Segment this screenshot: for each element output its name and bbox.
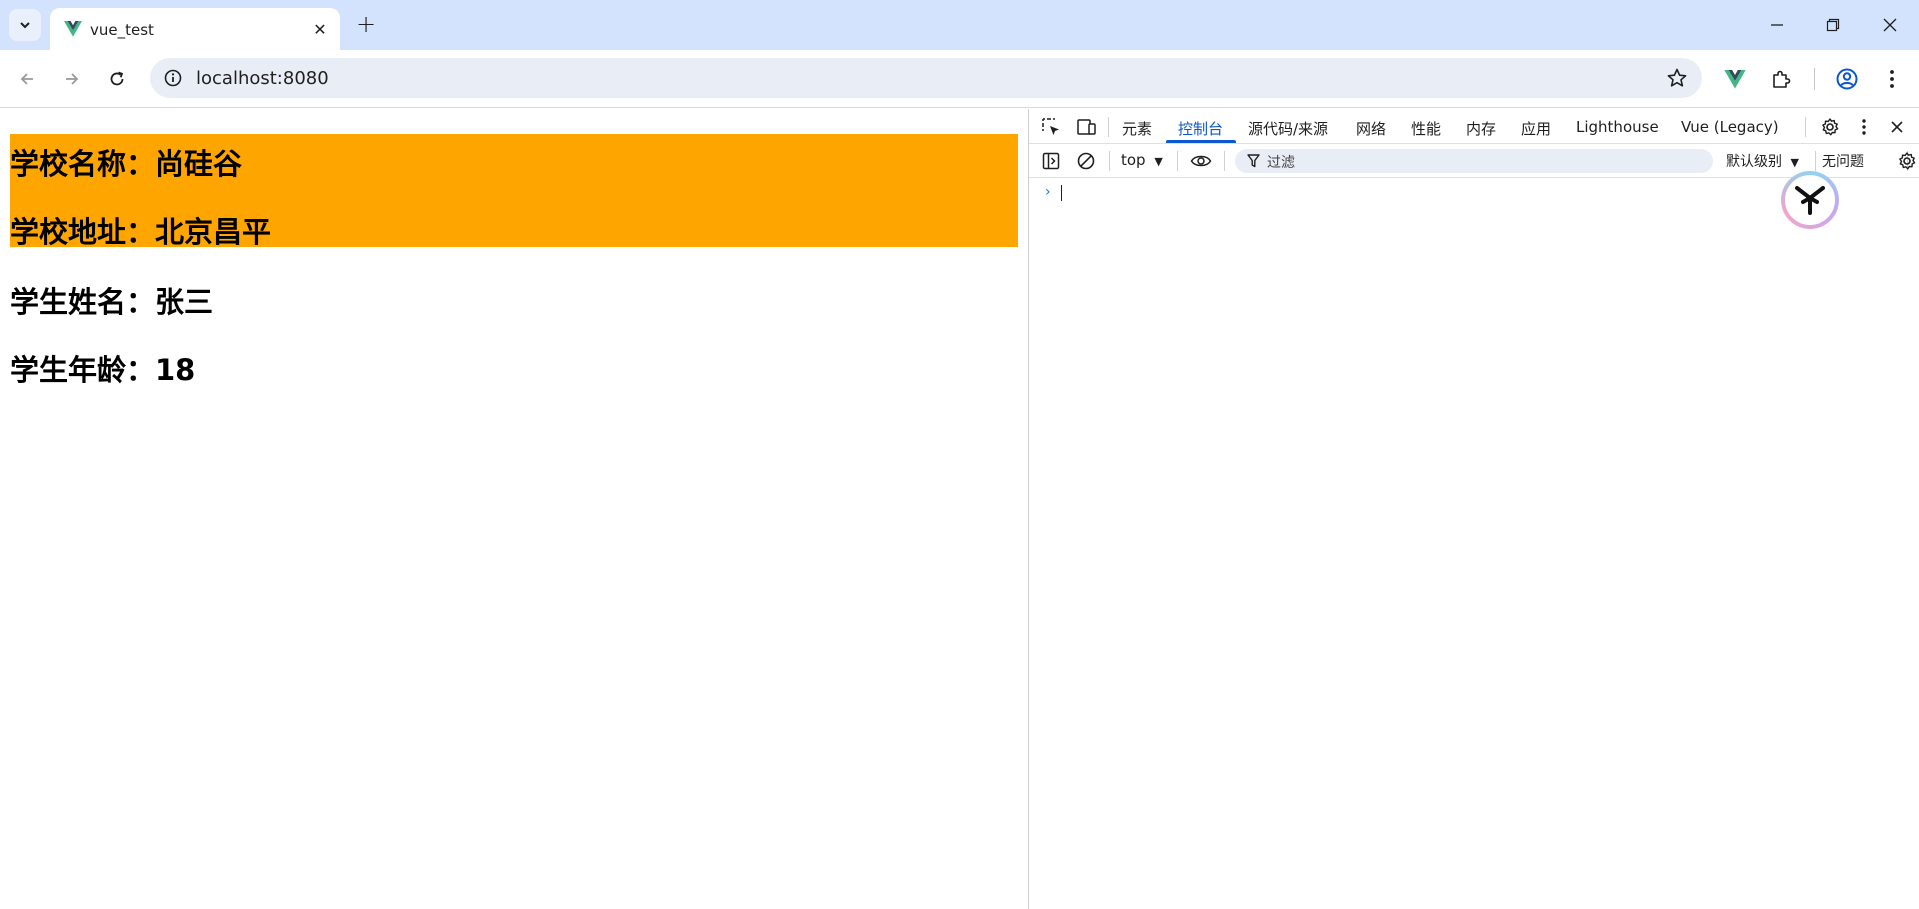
extensions-button[interactable]	[1768, 66, 1794, 92]
devtools-panel: 元素 控制台 源代码/来源 网络 性能 内存 应用 Lighthouse Vue…	[1028, 109, 1919, 909]
tab-divider	[1108, 117, 1109, 137]
log-levels-dropdown[interactable]: 默认级别 ▼	[1726, 151, 1799, 171]
vue-devtools-extension-button[interactable]	[1722, 66, 1748, 92]
tab-elements[interactable]: 元素	[1122, 118, 1152, 139]
tab-sources[interactable]: 源代码/来源	[1248, 118, 1328, 139]
close-icon	[1891, 121, 1903, 133]
close-window-button[interactable]	[1875, 10, 1905, 40]
tab-vue-test[interactable]: vue_test ✕	[50, 8, 340, 50]
clear-console-button[interactable]	[1074, 149, 1098, 173]
filter-placeholder: 过滤	[1267, 155, 1295, 171]
context-value: top	[1121, 151, 1146, 169]
dropdown-arrow-icon: ▼	[1790, 156, 1799, 169]
tab-search-button[interactable]	[9, 9, 41, 41]
puzzle-icon	[1773, 70, 1791, 88]
vue-devtools-logo-icon	[1795, 186, 1825, 215]
toolbar-divider	[1814, 68, 1815, 90]
log-levels-label: 默认级别	[1726, 154, 1782, 170]
tab-memory[interactable]: 内存	[1466, 118, 1496, 139]
tab-performance[interactable]: 性能	[1411, 118, 1441, 139]
restore-icon	[1826, 18, 1840, 32]
toolbar-divider	[1177, 151, 1178, 171]
toggle-sidebar-button[interactable]	[1039, 149, 1063, 173]
device-toolbar-button[interactable]	[1074, 115, 1098, 139]
devtools-settings-button[interactable]	[1818, 115, 1842, 139]
reload-button[interactable]	[102, 64, 132, 94]
tab-application[interactable]: 应用	[1521, 118, 1551, 139]
console-prompt-icon: ›	[1045, 184, 1051, 200]
reload-icon	[110, 71, 124, 86]
school-name-heading: 学校名称：尚硅谷	[10, 147, 243, 181]
console-toolbar: top ▼ 过滤 默认级别 ▼ 无问题	[1029, 144, 1919, 178]
address-bar[interactable]: localhost:8080	[150, 58, 1702, 98]
vue-extension-icon	[1724, 69, 1746, 89]
block-icon	[1077, 152, 1095, 170]
school-address-heading: 学校地址：北京昌平	[10, 215, 272, 249]
back-button[interactable]	[12, 64, 42, 94]
active-tab-indicator	[1166, 140, 1236, 143]
toolbar-divider	[1109, 151, 1110, 171]
live-expression-button[interactable]	[1189, 149, 1213, 173]
browser-window: vue_test ✕ + localhost:8080 学校名称：尚硅谷 学校地…	[0, 0, 1919, 909]
console-filter-input[interactable]: 过滤	[1235, 149, 1713, 173]
minimize-button[interactable]	[1762, 10, 1792, 40]
toolbar-divider	[1224, 151, 1225, 171]
kebab-menu-icon	[1862, 119, 1866, 135]
minimize-icon	[1771, 24, 1783, 26]
new-tab-button[interactable]: +	[354, 10, 378, 38]
profile-button[interactable]	[1834, 66, 1860, 92]
tab-close-button[interactable]: ✕	[310, 19, 330, 39]
browser-toolbar: localhost:8080	[0, 50, 1919, 108]
issues-counter[interactable]: 无问题	[1822, 151, 1864, 171]
devtools-menu-button[interactable]	[1852, 115, 1876, 139]
tab-divider	[1805, 117, 1806, 137]
browser-menu-button[interactable]	[1879, 66, 1905, 92]
dropdown-arrow-icon: ▼	[1154, 155, 1163, 168]
devtools-close-button[interactable]	[1885, 115, 1909, 139]
restore-button[interactable]	[1818, 10, 1848, 40]
toolbar-divider	[1815, 151, 1816, 171]
vue-logo-icon	[64, 21, 82, 37]
gear-icon	[1899, 152, 1916, 170]
vue-devtools-badge[interactable]	[1781, 171, 1839, 229]
tab-lighthouse[interactable]: Lighthouse	[1576, 118, 1659, 136]
arrow-left-icon	[20, 73, 33, 85]
console-input-caret[interactable]	[1061, 185, 1062, 201]
tab-title: vue_test	[90, 21, 154, 39]
gear-icon	[1822, 118, 1839, 136]
url-text: localhost:8080	[196, 68, 329, 89]
tab-console[interactable]: 控制台	[1178, 118, 1223, 139]
tab-vue-legacy[interactable]: Vue (Legacy)	[1681, 118, 1779, 136]
sidebar-icon	[1042, 152, 1060, 170]
student-age-heading: 学生年龄：18	[10, 353, 196, 387]
close-icon	[1883, 18, 1897, 32]
forward-button[interactable]	[57, 64, 87, 94]
kebab-menu-icon	[1890, 70, 1894, 88]
arrow-right-icon	[66, 73, 79, 85]
filter-icon	[1247, 154, 1260, 168]
console-settings-button[interactable]	[1895, 149, 1919, 173]
page-viewport: 学校名称：尚硅谷 学校地址：北京昌平 学生姓名：张三 学生年龄：18	[0, 109, 1028, 909]
context-selector[interactable]: top ▼	[1121, 151, 1163, 169]
inspect-element-icon	[1042, 118, 1059, 135]
eye-icon	[1190, 155, 1212, 167]
student-name-heading: 学生姓名：张三	[10, 285, 214, 319]
chevron-down-icon	[20, 22, 30, 29]
tab-network[interactable]: 网络	[1356, 118, 1386, 139]
info-icon[interactable]	[163, 68, 183, 88]
inspect-element-button[interactable]	[1039, 115, 1063, 139]
star-icon[interactable]	[1666, 67, 1688, 89]
profile-icon	[1836, 68, 1858, 90]
devtools-tab-bar: 元素 控制台 源代码/来源 网络 性能 内存 应用 Lighthouse Vue…	[1029, 109, 1919, 144]
device-mode-icon	[1077, 119, 1096, 135]
tab-strip: vue_test ✕ +	[0, 0, 1919, 50]
